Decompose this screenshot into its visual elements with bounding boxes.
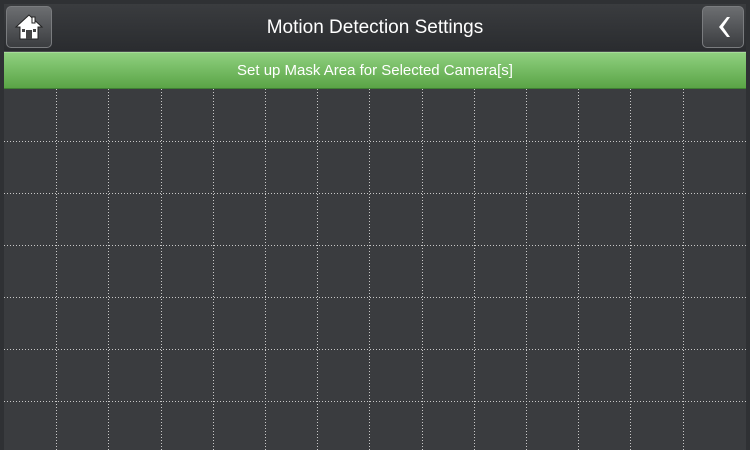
mask-area-grid[interactable] — [4, 89, 746, 450]
app-window: Motion Detection Settings Set up Mask Ar… — [0, 0, 750, 450]
chevron-left-icon — [719, 17, 730, 37]
back-button[interactable] — [702, 6, 744, 48]
header-bar: Motion Detection Settings — [4, 4, 746, 52]
page-title: Motion Detection Settings — [266, 17, 484, 38]
mask-grid-lines — [4, 89, 746, 450]
home-button[interactable] — [6, 6, 52, 48]
home-icon — [14, 14, 44, 40]
instruction-banner: Set up Mask Area for Selected Camera[s] — [4, 52, 746, 89]
